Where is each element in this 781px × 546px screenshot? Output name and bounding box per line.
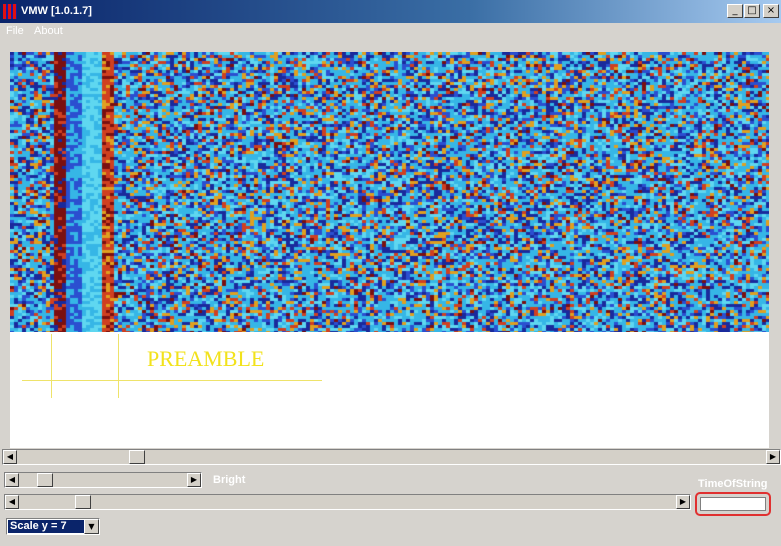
preamble-area [10, 332, 769, 448]
position-thumb[interactable] [75, 495, 91, 509]
scroll-left-button[interactable]: ◀ [3, 450, 17, 464]
minimize-button[interactable]: _ [727, 4, 743, 18]
preamble-label: PREAMBLE [147, 346, 265, 371]
position-scrollbar[interactable]: ◀ ▶ [4, 494, 691, 510]
scroll-right-button[interactable]: ▶ [766, 450, 780, 464]
app-icon[interactable] [3, 4, 17, 19]
bright-scrollbar[interactable]: ◀ ▶ [4, 472, 202, 488]
waterfall-canvas [10, 52, 769, 332]
maximize-button[interactable]: □ [744, 4, 760, 18]
preamble-guide-vertical-2 [118, 334, 119, 398]
bright-right-button[interactable]: ▶ [187, 473, 201, 487]
main-horizontal-scrollbar[interactable]: ◀ ▶ [2, 449, 781, 465]
title-bar: VMW [1.0.1.7] _ □ × [0, 0, 781, 23]
window-title: VMW [1.0.1.7] [21, 5, 92, 17]
bright-label: Bright [213, 474, 246, 486]
close-button[interactable]: × [763, 4, 779, 18]
menu-about[interactable]: About [34, 25, 63, 37]
time-of-string-input[interactable] [700, 497, 766, 511]
bright-thumb[interactable] [37, 473, 53, 487]
preamble-guide-horizontal [22, 380, 322, 381]
chevron-down-icon[interactable]: ▼ [84, 519, 99, 534]
time-of-string-field[interactable] [695, 492, 771, 516]
scroll-thumb[interactable] [129, 450, 145, 464]
menu-file[interactable]: File [6, 25, 24, 37]
preamble-guide-vertical-1 [51, 334, 52, 398]
position-right-button[interactable]: ▶ [676, 495, 690, 509]
time-of-string-label: TimeOfString [698, 478, 768, 490]
bright-left-button[interactable]: ◀ [5, 473, 19, 487]
waterfall-plot[interactable] [10, 52, 769, 332]
position-left-button[interactable]: ◀ [5, 495, 19, 509]
scale-selected-value: Scale y = 7 [8, 520, 84, 533]
scale-select[interactable]: Scale y = 7 ▼ [6, 518, 100, 535]
menu-bar: File About [0, 23, 781, 41]
